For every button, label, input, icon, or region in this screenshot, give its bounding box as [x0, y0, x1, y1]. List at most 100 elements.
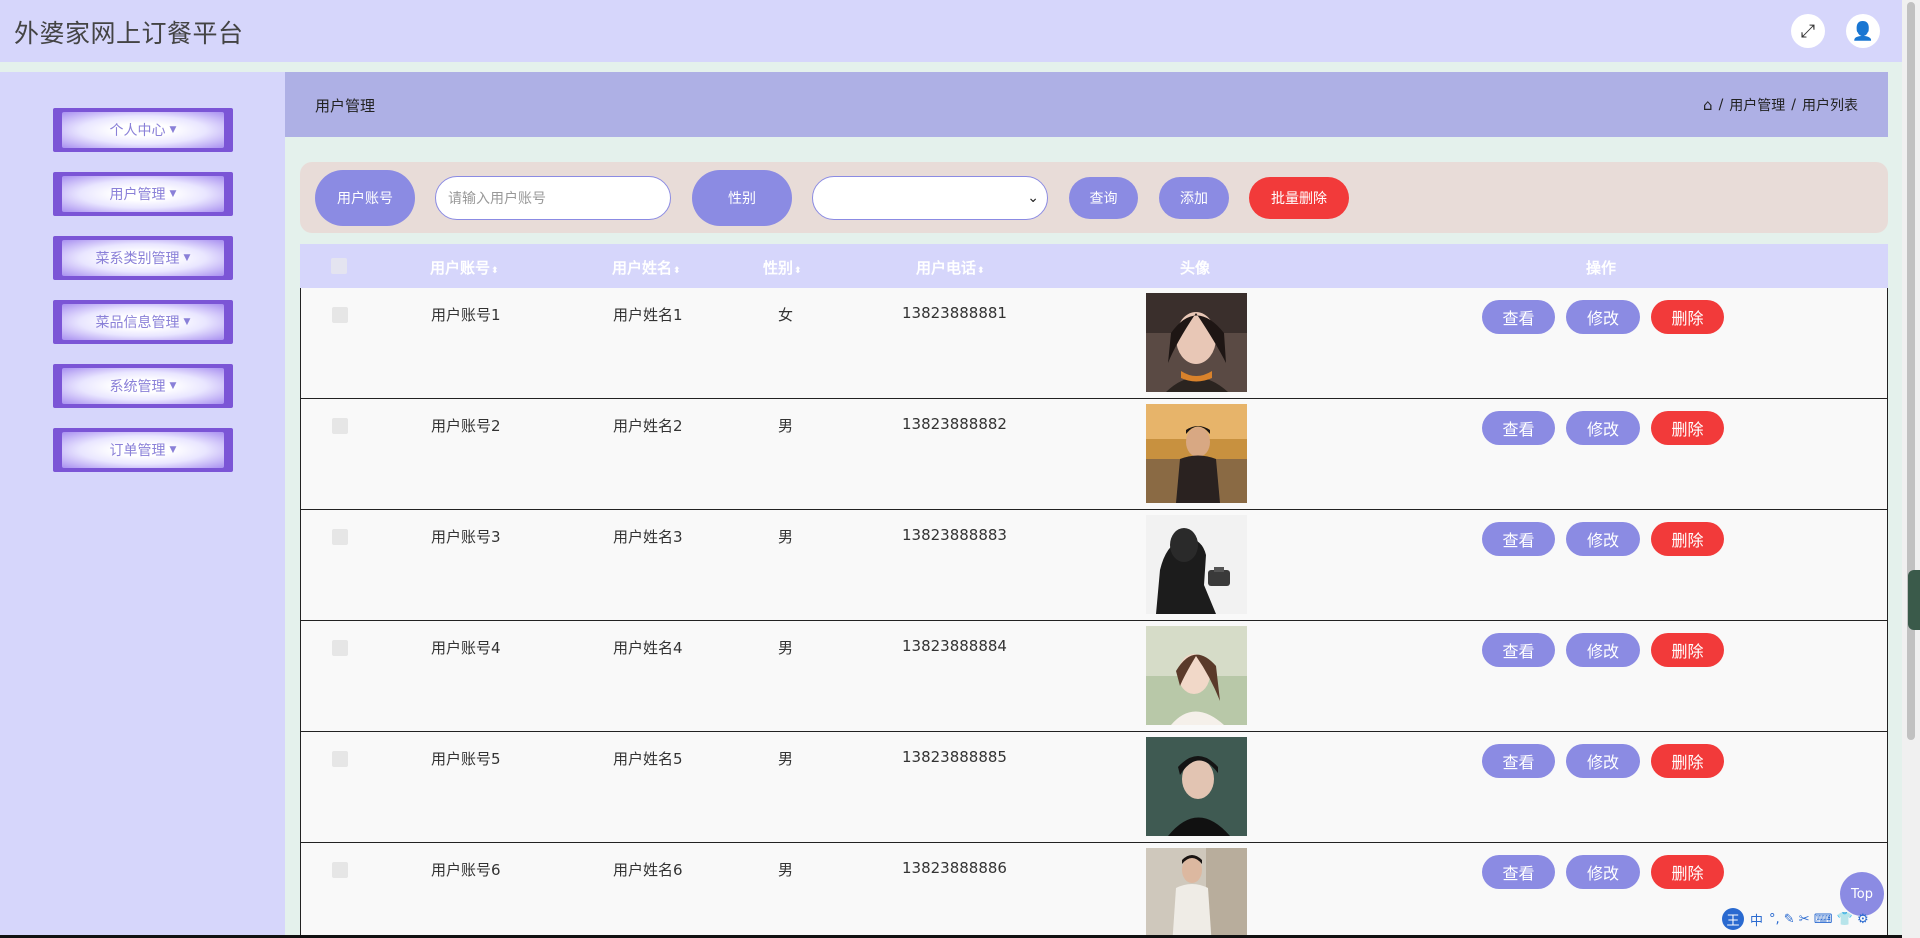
column-header-name[interactable]: 用户姓名⬍	[612, 257, 681, 278]
breadcrumb-bar: 用户管理 ⌂ / 用户管理 / 用户列表	[285, 72, 1888, 137]
gender-select[interactable]: ⌄	[812, 176, 1048, 220]
sort-icon: ⬍	[977, 266, 985, 276]
sidebar-item-cuisine-category[interactable]: 菜系类别管理 ▼	[53, 236, 233, 280]
edit-button[interactable]: 修改	[1566, 744, 1640, 778]
delete-button[interactable]: 删除	[1651, 300, 1724, 334]
page-scrollbar[interactable]	[1902, 0, 1920, 938]
cell-account: 用户账号2	[431, 417, 501, 435]
cell-name: 用户姓名3	[613, 528, 683, 546]
add-button[interactable]: 添加	[1159, 177, 1229, 219]
top-header: 外婆家网上订餐平台 ⤢ 👤	[0, 0, 1902, 62]
edit-button[interactable]: 修改	[1566, 300, 1640, 334]
ime-logo-icon[interactable]: 王	[1722, 908, 1744, 930]
column-header-gender[interactable]: 性别⬍	[763, 257, 802, 278]
table-body: 用户账号1 用户姓名1 女 13823888881 查看 修改 删除 用户账号2…	[300, 288, 1888, 938]
view-button[interactable]: 查看	[1482, 855, 1555, 889]
view-button[interactable]: 查看	[1482, 300, 1555, 334]
cell-phone: 13823888884	[902, 637, 1007, 655]
sidebar-item-dish-info[interactable]: 菜品信息管理 ▼	[53, 300, 233, 344]
cell-gender: 男	[778, 528, 794, 546]
breadcrumb-separator: /	[1791, 97, 1796, 113]
table-row: 用户账号4 用户姓名4 男 13823888884 查看 修改 删除	[300, 621, 1888, 732]
sidebar-item-label: 菜系类别管理	[95, 251, 180, 267]
app-title: 外婆家网上订餐平台	[14, 19, 244, 48]
cell-phone: 13823888882	[902, 415, 1007, 433]
account-search-input[interactable]	[435, 176, 671, 220]
cell-gender: 男	[778, 417, 794, 435]
select-all-checkbox[interactable]	[331, 258, 347, 274]
cell-name: 用户姓名4	[613, 639, 683, 657]
cell-account: 用户账号1	[431, 306, 501, 324]
sort-icon: ⬍	[491, 266, 499, 276]
edit-button[interactable]: 修改	[1566, 633, 1640, 667]
ime-toolbar: 王 中 °, ✎ ✂ ⌨ 👕 ⚙	[1722, 906, 1902, 932]
sort-icon: ⬍	[673, 266, 681, 276]
page-title: 用户管理	[315, 97, 376, 115]
sidebar: 个人中心 ▼ 用户管理 ▼ 菜系类别管理 ▼ 菜品信息管理 ▼ 系统管理 ▼ 订…	[0, 72, 285, 938]
delete-button[interactable]: 删除	[1651, 411, 1724, 445]
delete-button[interactable]: 删除	[1651, 633, 1724, 667]
cell-name: 用户姓名1	[613, 306, 683, 324]
sidebar-item-orders[interactable]: 订单管理 ▼	[53, 428, 233, 472]
row-checkbox[interactable]	[332, 640, 348, 656]
ime-tools-icon[interactable]: °, ✎ ✂ ⌨ 👕 ⚙	[1769, 912, 1869, 927]
ime-mode-icon[interactable]: 中	[1750, 910, 1763, 929]
column-header-actions: 操作	[1586, 259, 1617, 277]
chevron-down-icon: ▼	[169, 125, 177, 135]
cell-gender: 男	[778, 639, 794, 657]
cell-account: 用户账号3	[431, 528, 501, 546]
chevron-down-icon: ▼	[183, 317, 191, 327]
gender-filter-label: 性别	[692, 170, 792, 226]
column-header-phone[interactable]: 用户电话⬍	[916, 257, 985, 278]
chevron-down-icon: ▼	[169, 381, 177, 391]
home-icon[interactable]: ⌂	[1703, 96, 1713, 114]
breadcrumb-item[interactable]: 用户管理	[1729, 95, 1785, 115]
table-row: 用户账号3 用户姓名3 男 13823888883 查看 修改 删除	[300, 510, 1888, 621]
sidebar-item-system[interactable]: 系统管理 ▼	[53, 364, 233, 408]
sidebar-item-label: 菜品信息管理	[95, 315, 180, 331]
breadcrumb-item: 用户列表	[1802, 98, 1858, 114]
sidebar-item-label: 订单管理	[109, 443, 166, 459]
search-button[interactable]: 查询	[1069, 177, 1138, 219]
column-header-account[interactable]: 用户账号⬍	[430, 257, 499, 278]
header-divider	[0, 62, 1902, 72]
side-widget-handle[interactable]	[1908, 570, 1920, 630]
row-checkbox[interactable]	[332, 307, 348, 323]
cell-gender: 女	[778, 306, 794, 324]
table-row: 用户账号6 用户姓名6 男 13823888886 查看 修改 删除	[300, 843, 1888, 938]
sort-icon: ⬍	[794, 266, 802, 276]
row-checkbox[interactable]	[332, 751, 348, 767]
filter-bar: 用户账号 性别 ⌄ 查询 添加 批量删除	[300, 162, 1888, 233]
sidebar-item-personal-center[interactable]: 个人中心 ▼	[53, 108, 233, 152]
row-checkbox[interactable]	[332, 862, 348, 878]
row-checkbox[interactable]	[332, 418, 348, 434]
user-icon[interactable]: 👤	[1846, 14, 1880, 48]
sidebar-item-user-management[interactable]: 用户管理 ▼	[53, 172, 233, 216]
avatar	[1146, 848, 1247, 938]
table-header: 用户账号⬍ 用户姓名⬍ 性别⬍ 用户电话⬍ 头像 操作	[300, 244, 1888, 288]
batch-delete-button[interactable]: 批量删除	[1249, 177, 1349, 219]
cell-gender: 男	[778, 750, 794, 768]
view-button[interactable]: 查看	[1482, 633, 1555, 667]
edit-button[interactable]: 修改	[1566, 855, 1640, 889]
delete-button[interactable]: 删除	[1651, 522, 1724, 556]
table-row: 用户账号2 用户姓名2 男 13823888882 查看 修改 删除	[300, 399, 1888, 510]
view-button[interactable]: 查看	[1482, 522, 1555, 556]
cell-gender: 男	[778, 861, 794, 879]
view-button[interactable]: 查看	[1482, 411, 1555, 445]
cell-phone: 13823888883	[902, 526, 1007, 544]
delete-button[interactable]: 删除	[1651, 855, 1724, 889]
cell-phone: 13823888881	[902, 304, 1007, 322]
breadcrumb: ⌂ / 用户管理 / 用户列表	[1703, 95, 1858, 115]
fullscreen-icon[interactable]: ⤢	[1791, 14, 1825, 48]
row-checkbox[interactable]	[332, 529, 348, 545]
avatar	[1146, 737, 1247, 836]
edit-button[interactable]: 修改	[1566, 411, 1640, 445]
view-button[interactable]: 查看	[1482, 744, 1555, 778]
table-row: 用户账号1 用户姓名1 女 13823888881 查看 修改 删除	[300, 288, 1888, 399]
delete-button[interactable]: 删除	[1651, 744, 1724, 778]
chevron-down-icon: ▼	[183, 253, 191, 263]
table-row: 用户账号5 用户姓名5 男 13823888885 查看 修改 删除	[300, 732, 1888, 843]
avatar	[1146, 626, 1247, 725]
edit-button[interactable]: 修改	[1566, 522, 1640, 556]
